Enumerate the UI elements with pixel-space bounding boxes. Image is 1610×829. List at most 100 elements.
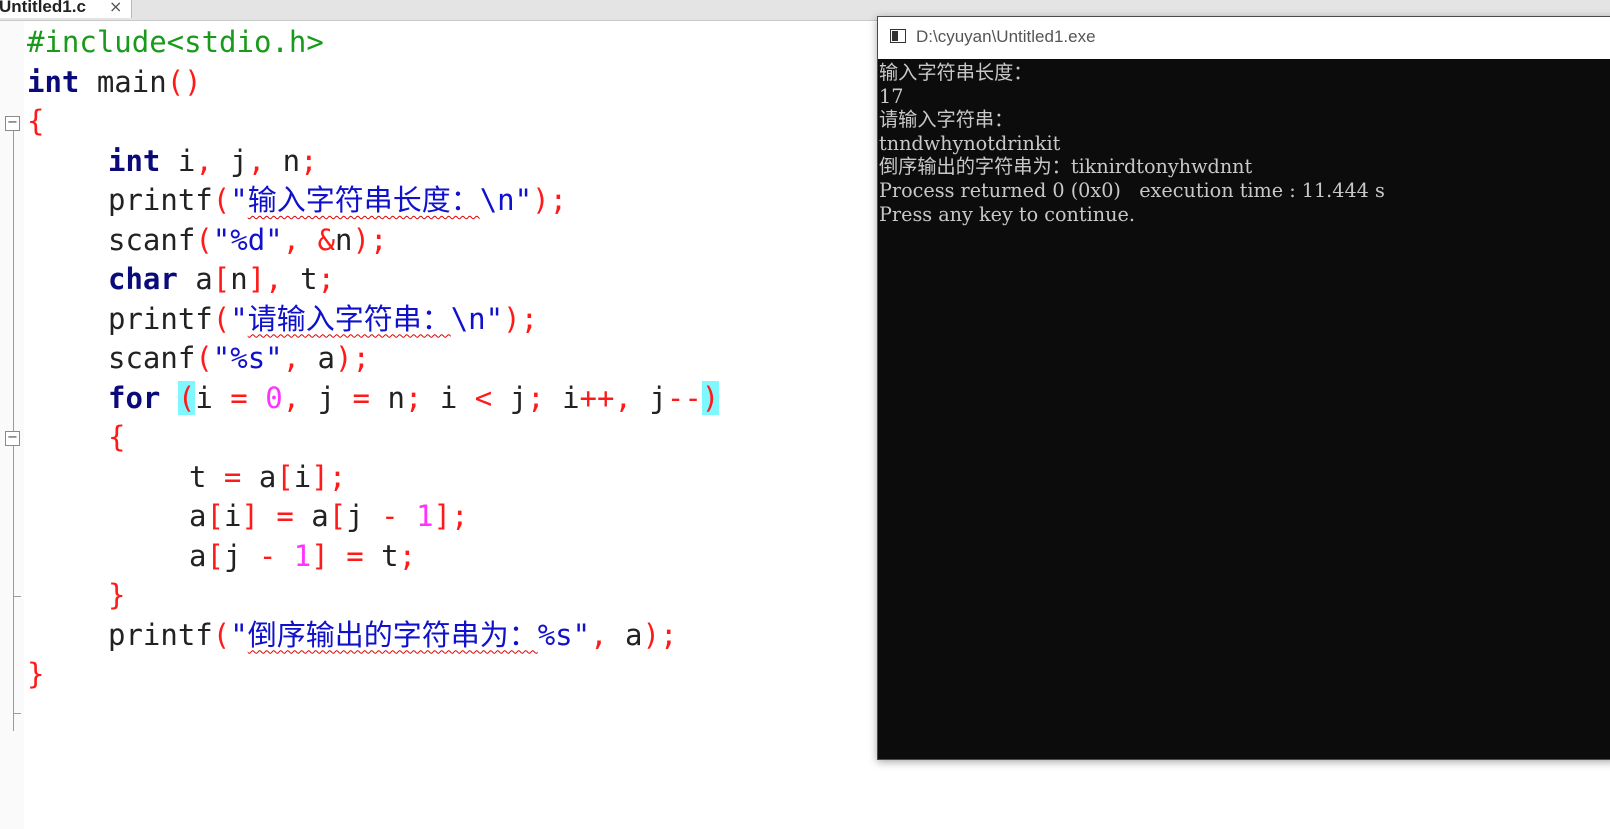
console-line: 倒序输出的字符串为：tiknirdtonyhwdnnt [879, 155, 1253, 179]
tab-close-icon[interactable]: × [109, 0, 122, 16]
fold-end-marker [13, 713, 21, 714]
code-token: ( [195, 341, 213, 375]
code-token: , [282, 380, 301, 415]
code-token: ; [404, 380, 423, 415]
code-token: scanf [108, 222, 196, 257]
code-token: = [223, 459, 242, 494]
code-line[interactable]: printf("输入字符串长度：\n"); [27, 181, 719, 221]
code-line[interactable]: t = a[i]; [27, 458, 719, 498]
code-token: ; [527, 380, 545, 415]
code-token: a [189, 499, 207, 533]
console-title-bar[interactable]: D:\cyuyan\Untitled1.exe [878, 17, 1610, 59]
code-line[interactable]: int main() [27, 63, 719, 103]
code-token: & [317, 222, 336, 257]
fold-collapse-icon[interactable]: − [5, 431, 20, 446]
code-token: -- [666, 380, 702, 415]
code-token: n [369, 380, 405, 415]
code-line[interactable]: for (i = 0, j = n; i < j; i++, j--) [27, 379, 720, 419]
code-token: ++, [579, 380, 632, 415]
code-line[interactable]: #include<stdio.h> [27, 23, 719, 63]
code-token: j [346, 499, 382, 533]
code-token: ; [317, 262, 336, 296]
code-token: " [230, 301, 248, 336]
code-token: scanf [108, 341, 196, 375]
code-token: ; [398, 538, 417, 573]
code-token: #include<stdio.h> [27, 25, 324, 59]
code-token: , [282, 341, 301, 375]
code-token: { [27, 104, 45, 138]
code-token: ]; [311, 459, 347, 494]
code-line[interactable]: a[i] = a[j - 1]; [27, 497, 719, 537]
code-line[interactable]: scanf("%s", a); [27, 339, 719, 379]
code-token: ); [642, 617, 678, 652]
console-line: 输入字符串长度： [879, 61, 1033, 84]
code-line[interactable]: } [27, 576, 719, 616]
code-line[interactable]: a[j - 1] = t; [27, 537, 719, 577]
code-token: n [230, 262, 248, 296]
code-token: 1 [416, 499, 434, 533]
code-line[interactable]: { [27, 418, 719, 458]
code-token: char [108, 262, 178, 296]
code-line[interactable]: printf("倒序输出的字符串为：%s", a); [27, 616, 719, 656]
fold-end-marker [13, 596, 21, 597]
code-line[interactable]: int i, j, n; [27, 142, 719, 182]
code-token: i [422, 380, 475, 415]
code-token: - [381, 499, 399, 533]
code-token: = [346, 538, 364, 573]
code-token: ] [241, 499, 259, 533]
code-token: [ [212, 262, 231, 296]
code-token: a [607, 617, 643, 652]
code-token: j [492, 380, 528, 415]
code-token: ( [212, 301, 231, 336]
code-token: 请输入字符串： [247, 301, 451, 336]
console-line: Press any key to continue. [879, 202, 1135, 226]
code-token: " [230, 183, 248, 217]
code-token: < [474, 380, 493, 415]
code-token: printf [108, 183, 213, 217]
code-token: i [195, 380, 231, 415]
code-lines: #include<stdio.h> int main(){int i, j, n;… [27, 23, 720, 695]
code-token: ( [212, 183, 231, 217]
code-line[interactable]: scanf("%d", &n); [27, 221, 719, 261]
code-token: } [27, 657, 45, 691]
code-token: i [293, 459, 312, 494]
file-tab[interactable]: Untitled1.c × [0, 0, 132, 18]
code-token: ) [701, 380, 720, 415]
console-app-icon [890, 29, 906, 43]
code-token: j [300, 380, 353, 415]
code-token: , [195, 143, 213, 178]
code-token: { [108, 420, 126, 454]
code-editor[interactable]: − − #include<stdio.h> int main(){int i, j… [0, 21, 900, 829]
console-line: 请输入字符串： [879, 108, 1014, 132]
code-token: } [108, 578, 126, 612]
code-token: , [247, 143, 266, 178]
code-token: [ [276, 459, 294, 494]
code-token: "%s" [212, 341, 283, 375]
code-line[interactable]: { [27, 102, 719, 142]
code-token: a [189, 538, 207, 573]
code-token: t [363, 538, 399, 573]
code-token: [ [206, 499, 224, 533]
code-token: a [300, 341, 336, 375]
code-token: () [166, 64, 202, 99]
code-token: "%d" [212, 222, 283, 257]
fold-collapse-icon[interactable]: − [5, 116, 20, 131]
console-window[interactable]: D:\cyuyan\Untitled1.exe 输入字符串长度： 17 请输入字符串… [877, 16, 1610, 760]
code-token: t [189, 459, 224, 494]
code-token: , [282, 222, 301, 257]
code-token: int [108, 143, 161, 178]
code-line[interactable]: printf("请输入字符串：\n"); [27, 300, 719, 340]
code-token: = [276, 499, 294, 533]
code-token: 1 [293, 538, 312, 573]
code-token: 倒序输出的字符串为： [247, 617, 538, 652]
code-line[interactable]: } [27, 655, 719, 695]
code-token: for [108, 380, 161, 415]
code-line[interactable]: char a[n], t; [27, 260, 719, 300]
code-token: a [293, 499, 329, 533]
code-token: a [177, 262, 213, 296]
